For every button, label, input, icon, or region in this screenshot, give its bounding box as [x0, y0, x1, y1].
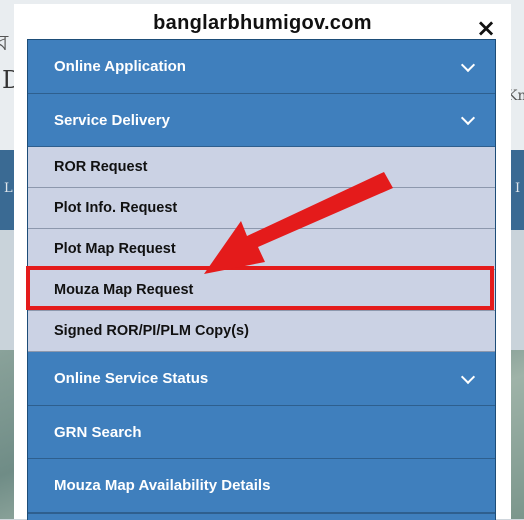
- menu-item-grn-search[interactable]: GRN Search: [28, 406, 495, 459]
- background-glyph: ব: [0, 31, 9, 56]
- menu-modal: banglarbhumigov.com × Online Application…: [14, 4, 511, 520]
- submenu-item-ror-request[interactable]: ROR Request: [28, 147, 495, 188]
- menu-item-service-delivery[interactable]: Service Delivery: [28, 94, 495, 147]
- menu-item-label: Online Application: [54, 58, 186, 75]
- submenu-item-label: Mouza Map Request: [54, 282, 194, 298]
- menu-item-label: Service Delivery: [54, 111, 170, 129]
- menu-item-mouza-map-availability[interactable]: Mouza Map Availability Details: [28, 459, 495, 513]
- chevron-down-icon: [460, 369, 476, 384]
- submenu-item-label: Plot Map Request: [54, 241, 176, 257]
- menu-item-label: Online Service Status: [54, 370, 209, 387]
- submenu-item-label: Signed ROR/PI/PLM Copy(s): [54, 323, 249, 339]
- menu-item-label: Mouza Map Availability Details: [54, 477, 271, 494]
- submenu-item-label: Plot Info. Request: [54, 200, 178, 216]
- menu-item-online-application[interactable]: Online Application: [28, 40, 495, 94]
- submenu-item-plot-info-request[interactable]: Plot Info. Request: [28, 188, 495, 229]
- chevron-down-icon: [460, 110, 476, 126]
- site-title: banglarbhumigov.com: [153, 12, 372, 34]
- submenu-item-signed-copy[interactable]: Signed ROR/PI/PLM Copy(s): [28, 311, 495, 352]
- service-menu: Online Application Service Delivery ROR …: [27, 39, 496, 520]
- submenu-item-label: ROR Request: [54, 159, 148, 175]
- background-glyph: L: [4, 181, 13, 196]
- close-icon[interactable]: ×: [476, 16, 496, 40]
- menu-item-label: GRN Search: [54, 423, 142, 441]
- submenu-item-plot-map-request[interactable]: Plot Map Request: [28, 229, 495, 270]
- background-glyph: I: [515, 181, 521, 196]
- submenu-item-mouza-map-request[interactable]: Mouza Map Request: [28, 270, 495, 311]
- menu-item-online-service-status[interactable]: Online Service Status: [28, 352, 495, 406]
- chevron-down-icon: [460, 57, 476, 72]
